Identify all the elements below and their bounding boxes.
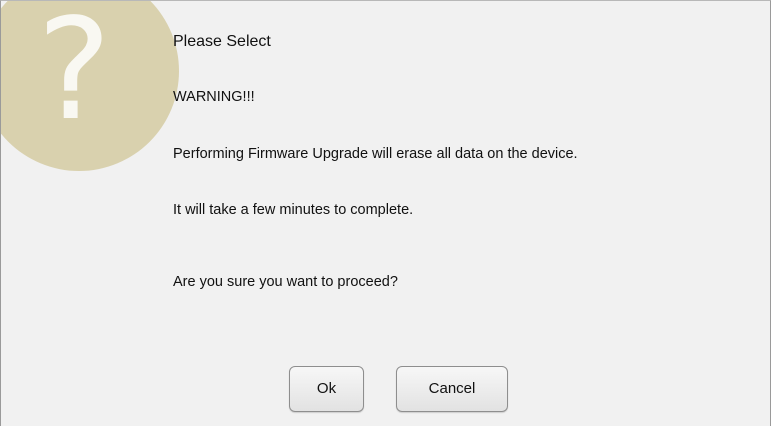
question-mark-glyph: ?	[37, 0, 112, 152]
cancel-button[interactable]: Cancel	[396, 366, 508, 412]
dialog-title: Please Select	[173, 33, 271, 50]
ok-button[interactable]: Ok	[289, 366, 364, 412]
confirm-dialog: ? Please Select WARNING!!! Performing Fi…	[0, 0, 771, 426]
question-icon: ?	[1, 0, 179, 171]
warning-text: WARNING!!!	[173, 89, 255, 105]
erase-warning-text: Performing Firmware Upgrade will erase a…	[173, 146, 578, 162]
confirm-question-text: Are you sure you want to proceed?	[173, 274, 398, 290]
duration-text: It will take a few minutes to complete.	[173, 202, 414, 218]
